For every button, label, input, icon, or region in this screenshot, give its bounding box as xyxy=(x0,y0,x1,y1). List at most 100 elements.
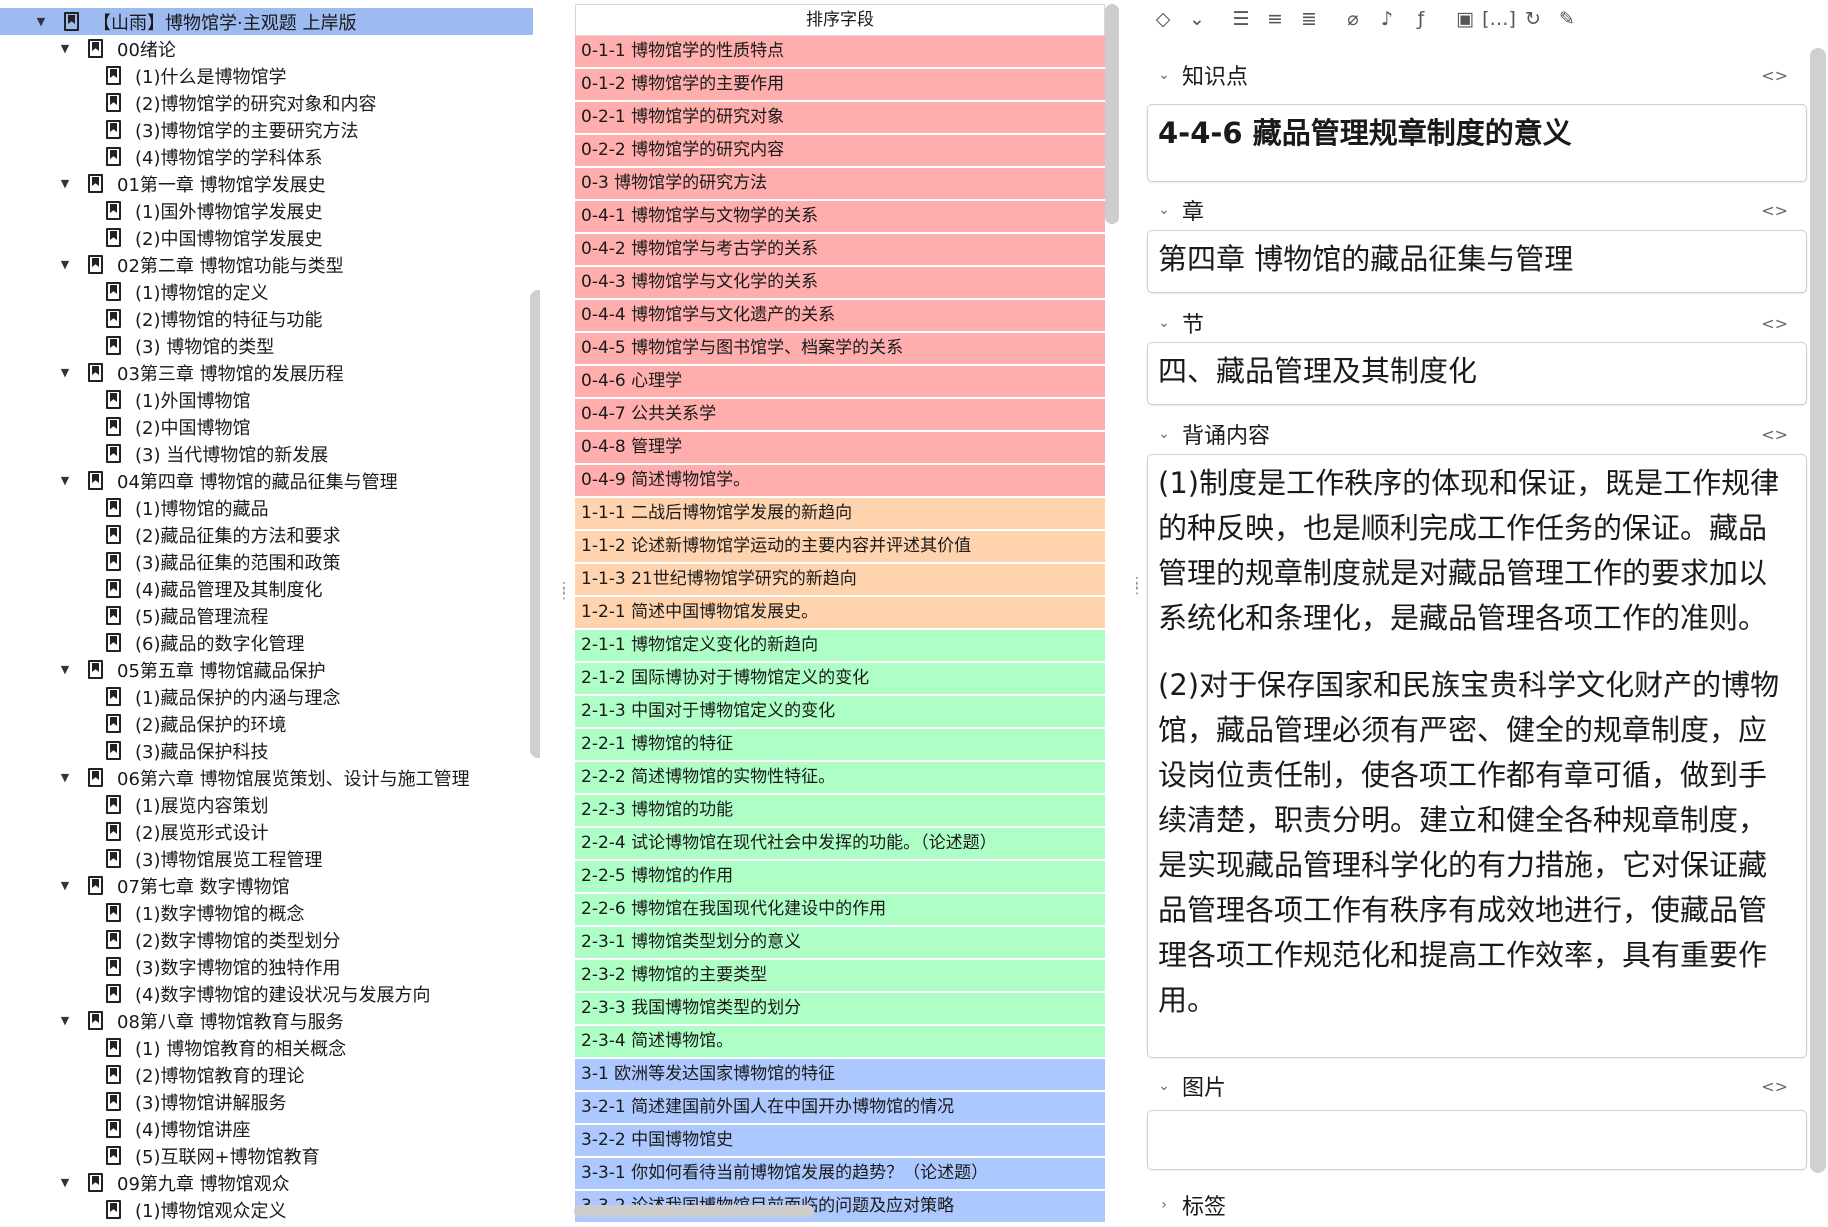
tree-subdeck[interactable]: (3)博物馆展览工程管理 xyxy=(0,845,323,872)
html-toggle-icon[interactable]: <> xyxy=(1761,201,1788,220)
table-row[interactable]: 2-3-3 我国博物馆类型的划分 xyxy=(575,993,1105,1025)
collapse-arrow-icon[interactable]: ▼ xyxy=(58,1014,72,1027)
chevron-down-icon[interactable]: ⌄ xyxy=(1146,426,1182,442)
collapse-arrow-icon[interactable]: ▼ xyxy=(58,177,72,190)
field-editor-knowledge[interactable]: 4-4-6 藏品管理规章制度的意义 xyxy=(1147,104,1807,182)
table-row[interactable]: 1-1-3 21世纪博物馆学研究的新趋向 xyxy=(575,564,1105,596)
html-toggle-icon[interactable]: <> xyxy=(1761,314,1788,333)
tree-chapter-deck[interactable]: ▼ 00绪论 xyxy=(0,35,176,62)
html-toggle-icon[interactable]: <> xyxy=(1761,425,1788,444)
table-row[interactable]: 2-2-1 博物馆的特征 xyxy=(575,729,1105,761)
table-row[interactable]: 0-1-1 博物馆学的性质特点 xyxy=(575,36,1105,68)
tree-root-deck[interactable]: ▼ 【山雨】博物馆学·主观题 上岸版 xyxy=(0,8,533,35)
tree-subdeck[interactable]: (3)博物馆讲解服务 xyxy=(0,1088,287,1115)
table-row[interactable]: 2-3-1 博物馆类型划分的意义 xyxy=(575,927,1105,959)
table-row[interactable]: 0-2-2 博物馆学的研究内容 xyxy=(575,135,1105,167)
tree-subdeck[interactable]: (2)数字博物馆的类型划分 xyxy=(0,926,341,953)
edit-icon[interactable]: ✎ xyxy=(1550,2,1584,36)
tree-subdeck[interactable]: (5)互联网+博物馆教育 xyxy=(0,1142,320,1169)
tree-subdeck[interactable]: (1)藏品保护的内涵与理念 xyxy=(0,683,341,710)
table-row[interactable]: 3-1 欧洲等发达国家博物馆的特征 xyxy=(575,1059,1105,1091)
tree-subdeck[interactable]: (4)数字博物馆的建设状况与发展方向 xyxy=(0,980,431,1007)
collapse-arrow-icon[interactable]: ▼ xyxy=(58,474,72,487)
tags-row[interactable]: › 标签 xyxy=(1146,1188,1806,1222)
html-toggle-icon[interactable]: <> xyxy=(1761,1077,1788,1096)
cloze-icon[interactable]: […] xyxy=(1482,2,1516,36)
collapse-arrow-icon[interactable]: ▼ xyxy=(58,879,72,892)
tree-chapter-deck[interactable]: ▼ 07第七章 数字博物馆 xyxy=(0,872,290,899)
chevron-down-icon[interactable]: ⌄ xyxy=(1146,315,1182,331)
field-label-chapter[interactable]: ⌄ 章 <> xyxy=(1146,193,1806,227)
splitter-handle[interactable]: ⋮ ⋮ xyxy=(1130,576,1144,600)
table-row[interactable]: 3-2-1 简述建国前外国人在中国开办博物馆的情况 xyxy=(575,1092,1105,1124)
tree-subdeck[interactable]: (3)数字博物馆的独特作用 xyxy=(0,953,341,980)
tree-subdeck[interactable]: (2)博物馆的特征与功能 xyxy=(0,305,323,332)
table-row[interactable]: 0-4-7 公共关系学 xyxy=(575,399,1105,431)
tree-chapter-deck[interactable]: ▼ 05第五章 博物馆藏品保护 xyxy=(0,656,326,683)
editor-scrollbar[interactable] xyxy=(1810,48,1826,1173)
field-editor-recite[interactable]: (1)制度是工作秩序的体现和保证，既是工作规律的种反映，也是顺利完成工作任务的保… xyxy=(1147,454,1807,1058)
chevron-down-icon[interactable]: ⌄ xyxy=(1146,1078,1182,1094)
tree-chapter-deck[interactable]: ▼ 03第三章 博物馆的发展历程 xyxy=(0,359,344,386)
table-row[interactable]: 0-4-2 博物馆学与考古学的关系 xyxy=(575,234,1105,266)
tree-subdeck[interactable]: (2)藏品征集的方法和要求 xyxy=(0,521,341,548)
table-row[interactable]: 1-1-2 论述新博物馆学运动的主要内容并评述其价值 xyxy=(575,531,1105,563)
tree-subdeck[interactable]: (2)博物馆学的研究对象和内容 xyxy=(0,89,377,116)
tree-subdeck[interactable]: (1)国外博物馆学发展史 xyxy=(0,197,323,224)
tree-subdeck[interactable]: (4)博物馆学的学科体系 xyxy=(0,143,323,170)
field-editor-section[interactable]: 四、藏品管理及其制度化 xyxy=(1147,342,1807,405)
field-label-image[interactable]: ⌄ 图片 <> xyxy=(1146,1069,1806,1103)
collapse-arrow-icon[interactable]: ▼ xyxy=(58,1176,72,1189)
tree-subdeck[interactable]: (1)博物馆的定义 xyxy=(0,278,269,305)
tree-chapter-deck[interactable]: ▼ 09第九章 博物馆观众 xyxy=(0,1169,290,1196)
table-row[interactable]: 2-2-3 博物馆的功能 xyxy=(575,795,1105,827)
tree-chapter-deck[interactable]: ▼ 06第六章 博物馆展览策划、设计与施工管理 xyxy=(0,764,470,791)
tree-subdeck[interactable]: (1)展览内容策划 xyxy=(0,791,269,818)
tree-subdeck[interactable]: (2)中国博物馆学发展史 xyxy=(0,224,323,251)
table-row[interactable]: 0-4-8 管理学 xyxy=(575,432,1105,464)
table-row[interactable]: 2-2-4 试论博物馆在现代社会中发挥的功能。（论述题） xyxy=(575,828,1105,860)
field-label-recite[interactable]: ⌄ 背诵内容 <> xyxy=(1146,417,1806,451)
refresh-icon[interactable]: ↻ xyxy=(1516,2,1550,36)
collapse-arrow-icon[interactable]: ▼ xyxy=(58,42,72,55)
table-row[interactable]: 0-4-3 博物馆学与文化学的关系 xyxy=(575,267,1105,299)
tree-subdeck[interactable]: (4)博物馆讲座 xyxy=(0,1115,251,1142)
tree-subdeck[interactable]: (1) 博物馆教育的相关概念 xyxy=(0,1034,346,1061)
card-list-hscrollbar[interactable] xyxy=(574,1205,814,1217)
tree-subdeck[interactable]: (5)藏品管理流程 xyxy=(0,602,269,629)
tree-subdeck[interactable]: (3)藏品征集的范围和政策 xyxy=(0,548,341,575)
table-row[interactable]: 0-4-1 博物馆学与文物学的关系 xyxy=(575,201,1105,233)
table-row[interactable]: 0-4-9 简述博物馆学。 xyxy=(575,465,1105,497)
sort-field-column-header[interactable]: 排序字段 xyxy=(575,4,1105,36)
table-row[interactable]: 2-2-2 简述博物馆的实物性特征。 xyxy=(575,762,1105,794)
tree-subdeck[interactable]: (3) 博物馆的类型 xyxy=(0,332,274,359)
chevron-down-icon[interactable]: ⌄ xyxy=(1146,67,1182,83)
tree-subdeck[interactable]: (2)藏品保护的环境 xyxy=(0,710,287,737)
field-editor-chapter[interactable]: 第四章 博物馆的藏品征集与管理 xyxy=(1147,230,1807,293)
tree-subdeck[interactable]: (1)博物馆的藏品 xyxy=(0,494,269,521)
align-icon[interactable]: ≣ xyxy=(1292,2,1326,36)
tree-subdeck[interactable]: (4)藏品管理及其制度化 xyxy=(0,575,323,602)
tree-chapter-deck[interactable]: ▼ 04第四章 博物馆的藏品征集与管理 xyxy=(0,467,398,494)
tree-chapter-deck[interactable]: ▼ 01第一章 博物馆学发展史 xyxy=(0,170,326,197)
table-row[interactable]: 0-4-6 心理学 xyxy=(575,366,1105,398)
tree-subdeck[interactable]: (3)博物馆学的主要研究方法 xyxy=(0,116,359,143)
tree-subdeck[interactable]: (1)博物馆观众定义 xyxy=(0,1196,287,1223)
field-label-section[interactable]: ⌄ 节 <> xyxy=(1146,306,1806,340)
tree-subdeck[interactable]: (3)藏品保护科技 xyxy=(0,737,269,764)
collapse-arrow-icon[interactable]: ▼ xyxy=(58,258,72,271)
tree-subdeck[interactable]: (6)藏品的数字化管理 xyxy=(0,629,305,656)
ordered-list-icon[interactable]: ≡ xyxy=(1258,2,1292,36)
tree-chapter-deck[interactable]: ▼ 02第二章 博物馆功能与类型 xyxy=(0,251,344,278)
table-row[interactable]: 1-1-1 二战后博物馆学发展的新趋向 xyxy=(575,498,1105,530)
table-row[interactable]: 2-1-1 博物馆定义变化的新趋向 xyxy=(575,630,1105,662)
tree-subdeck[interactable]: (3) 当代博物馆的新发展 xyxy=(0,440,328,467)
collapse-arrow-icon[interactable]: ▼ xyxy=(34,15,48,28)
table-row[interactable]: 2-3-2 博物馆的主要类型 xyxy=(575,960,1105,992)
table-row[interactable]: 2-2-5 博物馆的作用 xyxy=(575,861,1105,893)
tree-chapter-deck[interactable]: ▼ 08第八章 博物馆教育与服务 xyxy=(0,1007,344,1034)
table-row[interactable]: 0-2-1 博物馆学的研究对象 xyxy=(575,102,1105,134)
collapse-arrow-icon[interactable]: ▼ xyxy=(58,366,72,379)
field-editor-image[interactable] xyxy=(1147,1110,1807,1170)
card-list-vscrollbar[interactable] xyxy=(1105,4,1119,224)
